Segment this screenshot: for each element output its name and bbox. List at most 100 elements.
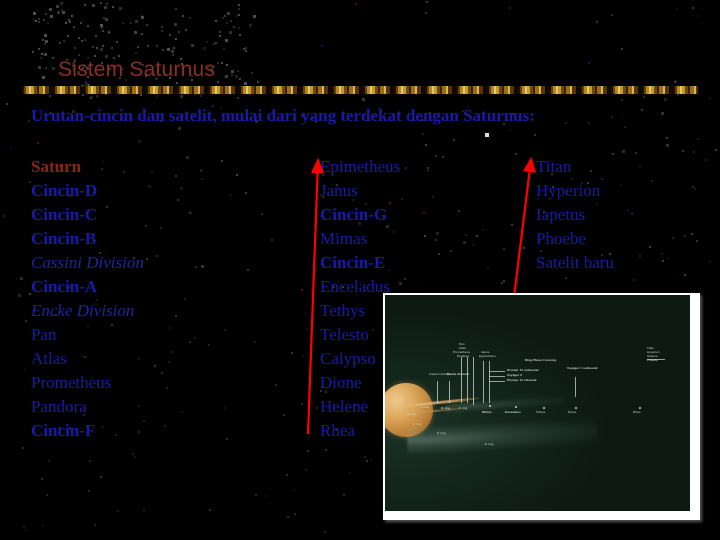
moon-marker: [543, 407, 545, 409]
diagram-label-rhea: Rhea: [633, 410, 641, 414]
star-dot: [533, 134, 536, 137]
star-dot: [235, 75, 239, 79]
star-dot: [96, 95, 100, 99]
star-dot: [106, 3, 109, 6]
star-dot: [141, 15, 145, 19]
star-dot: [664, 98, 668, 102]
star-dot: [425, 0, 428, 3]
star-dot: [174, 23, 177, 27]
diagram-label-dione: Dione: [568, 410, 577, 414]
star-dot: [156, 94, 159, 97]
star-dot: [93, 524, 96, 527]
star-dot: [218, 35, 221, 38]
list-item: Janus: [320, 181, 358, 200]
diagram-label-pioneer-11-inbound: Pioneer 11 inbound: [507, 378, 537, 382]
leader-tick: [473, 357, 474, 405]
star-dot: [84, 39, 87, 42]
star-dot: [118, 55, 121, 58]
star-dot: [236, 15, 239, 18]
star-dot: [232, 25, 235, 28]
diagram-ring-label-c: C ring: [413, 422, 422, 426]
star-dot: [508, 7, 511, 10]
star-dot: [315, 407, 318, 410]
star-dot: [161, 30, 164, 33]
diagram-ring-label-b: B ring: [441, 406, 451, 410]
list-item: Phoebe: [536, 229, 587, 248]
star-dot: [610, 14, 613, 17]
star-dot: [138, 139, 142, 143]
list-item: Cincin-D: [31, 181, 98, 200]
star-dot: [5, 103, 8, 106]
star-dot: [225, 39, 229, 43]
star-dot: [72, 26, 75, 29]
star-dot: [370, 458, 373, 461]
star-dot: [674, 81, 677, 84]
star-dot: [58, 41, 61, 44]
star-dot: [3, 215, 6, 218]
star-dot: [221, 17, 224, 20]
star-dot: [178, 31, 181, 33]
leader-tick: [467, 357, 468, 403]
diagram-ring-label-f: F ring: [459, 406, 468, 410]
star-dot: [136, 45, 139, 48]
star-dot: [141, 14, 144, 17]
star-dot: [226, 11, 230, 15]
star-dot: [693, 151, 696, 154]
star-dot: [171, 49, 175, 53]
star-dot: [67, 18, 70, 21]
star-dot: [305, 313, 308, 316]
list-item: Cincin-A: [31, 277, 98, 296]
subtitle-text: Urutan-cincin dan satelit, mulai dari ya…: [31, 106, 535, 125]
list-item: Cincin-G: [320, 205, 388, 224]
diagram-ring-label-e: E ring: [485, 442, 494, 446]
star-dot: [24, 368, 27, 371]
star-dot: [676, 8, 679, 11]
star-dot: [323, 530, 326, 533]
list-item: Epimetheus: [320, 157, 401, 176]
star-dot: [251, 72, 254, 75]
star-dot: [22, 525, 25, 528]
diagram-label-phoebe: Phoebe: [647, 358, 658, 362]
list-column-3: Titan Hyperion Iapetus Phoebe Satelit baru: [536, 155, 706, 275]
star-dot: [223, 48, 226, 51]
star-dot: [236, 96, 239, 99]
star-dot: [100, 27, 103, 30]
e-ring-graphic: [406, 418, 598, 454]
star-dot: [44, 34, 48, 38]
star-dot: [87, 25, 90, 28]
list-item: Pandora: [31, 397, 87, 416]
diagram-label-voyager-1-outbound: Voyager 1 outbound: [567, 366, 598, 370]
star-dot: [95, 35, 98, 38]
moon-marker: [575, 407, 577, 409]
star-dot: [62, 39, 65, 42]
star-dot: [121, 22, 124, 25]
star-dot: [588, 122, 590, 125]
star-dot: [564, 276, 567, 279]
list-item: Iapetus: [536, 205, 586, 224]
star-dot: [256, 81, 259, 84]
star-dot: [77, 54, 80, 57]
star-dot: [363, 456, 366, 459]
star-dot: [172, 46, 175, 49]
leader-line: [489, 376, 505, 377]
star-dot: [565, 121, 568, 124]
star-dot: [348, 472, 351, 475]
moon-marker: [639, 407, 641, 409]
list-item: Cincin-F: [31, 421, 96, 440]
star-dot: [102, 45, 105, 48]
star-dot: [217, 80, 220, 83]
star-dot: [25, 319, 28, 322]
star-dot: [229, 30, 233, 34]
star-dot: [285, 473, 288, 476]
star-dot: [50, 14, 54, 18]
star-dot: [203, 46, 207, 50]
star-dot: [237, 8, 240, 11]
star-dot: [282, 413, 285, 416]
star-dot: [632, 278, 635, 281]
star-dot: [315, 171, 318, 174]
star-dot: [40, 57, 43, 60]
star-dot: [92, 45, 95, 48]
list-item: Satelit baru: [536, 253, 614, 272]
slide-canvas: Sistem Saturnus Urutan-cincin dan sateli…: [0, 0, 720, 540]
star-dot: [422, 132, 425, 135]
